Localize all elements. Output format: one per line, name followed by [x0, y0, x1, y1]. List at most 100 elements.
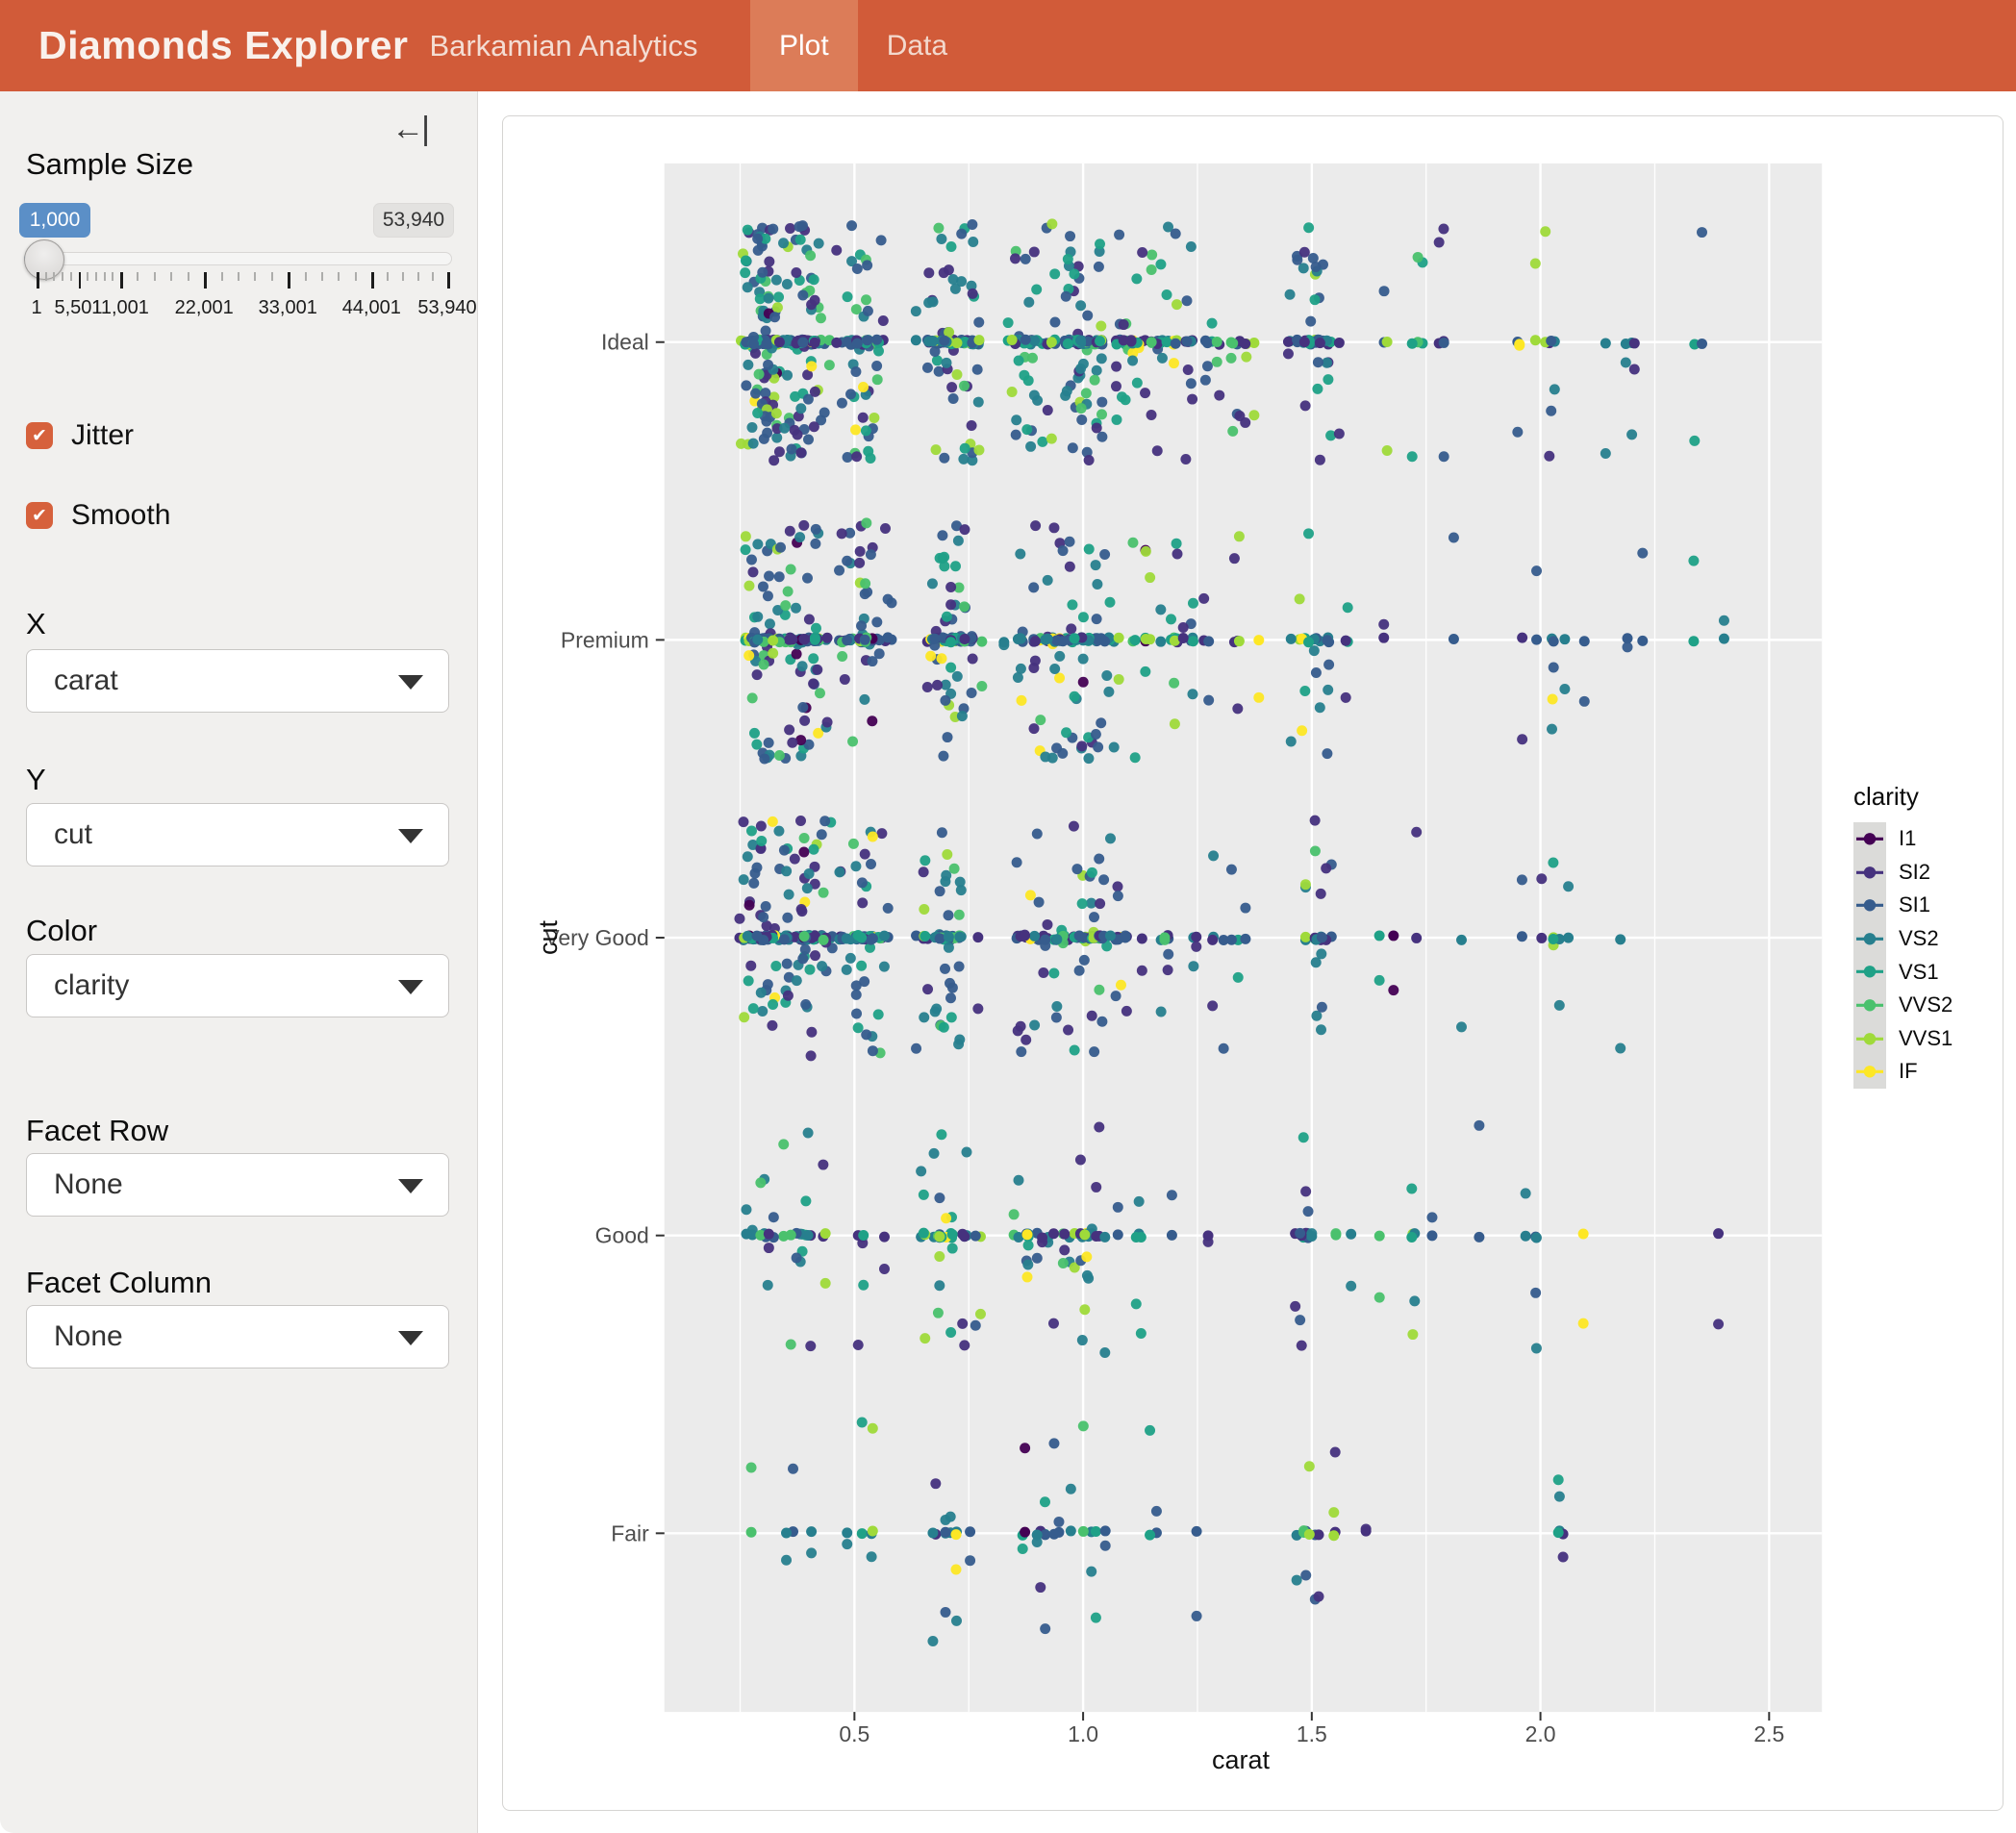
legend-entry: I1	[1853, 822, 1953, 856]
slider-ticks	[0, 272, 478, 289]
slider-minor-tick	[305, 272, 307, 281]
main-content: 0.51.01.52.02.5FairGoodVery GoodPremiumI…	[479, 91, 2016, 1833]
legend-entry: VVS2	[1853, 989, 1953, 1022]
legend-entry-label: VVS1	[1899, 1026, 1953, 1051]
svg-text:1.5: 1.5	[1297, 1721, 1327, 1746]
color-select[interactable]: clarity	[26, 954, 449, 1017]
x-select[interactable]: carat	[26, 649, 449, 713]
legend-key-icon	[1853, 889, 1886, 922]
color-select-label: Color	[26, 914, 97, 948]
legend-entry-label: I1	[1899, 826, 1916, 851]
legend-entry-label: VS2	[1899, 926, 1939, 951]
slider-tick-labels: 15,50111,00122,00133,00144,00153,940	[0, 297, 478, 322]
facet-column-select-label: Facet Column	[26, 1266, 212, 1300]
x-axis-title: carat	[1212, 1745, 1270, 1774]
facet-row-select-value: None	[54, 1168, 123, 1201]
checkbox-checked-icon: ✔	[26, 502, 53, 529]
slider-minor-tick	[221, 272, 223, 281]
slider-tick-label: 33,001	[259, 297, 317, 319]
legend-entry-label: IF	[1899, 1059, 1918, 1084]
svg-text:Ideal: Ideal	[601, 330, 649, 355]
legend-key-icon	[1853, 955, 1886, 989]
app-subtitle: Barkamian Analytics	[429, 29, 697, 63]
checkbox-checked-icon: ✔	[26, 422, 53, 449]
sample-size-slider-track[interactable]	[24, 252, 452, 265]
facet-row-select-label: Facet Row	[26, 1114, 168, 1148]
legend-key-icon	[1853, 1055, 1886, 1089]
sidebar: ←| Sample Size 1,000 53,940 15,50111,001…	[0, 91, 478, 1833]
scatter-plot: 0.51.01.52.02.5FairGoodVery GoodPremiumI…	[503, 116, 2003, 1810]
tab-data[interactable]: Data	[858, 0, 976, 91]
legend-entry: SI1	[1853, 889, 1953, 922]
legend-entry-label: SI2	[1899, 860, 1930, 885]
legend-key-icon	[1853, 856, 1886, 890]
smooth-checkbox[interactable]: ✔ Smooth	[26, 499, 170, 532]
legend-entry: IF	[1853, 1055, 1953, 1089]
y-axis-title: cut	[534, 920, 563, 955]
slider-minor-tick	[238, 272, 239, 281]
slider-tick-label: 1	[31, 297, 41, 319]
chevron-down-icon	[398, 1331, 423, 1345]
smooth-checkbox-label: Smooth	[71, 499, 170, 532]
x-select-value: carat	[54, 665, 118, 697]
slider-minor-tick	[170, 272, 172, 281]
legend-entry: SI2	[1853, 856, 1953, 890]
svg-text:0.5: 0.5	[839, 1721, 869, 1746]
slider-major-tick	[371, 272, 374, 289]
app-header: Diamonds Explorer Barkamian Analytics Pl…	[0, 0, 2016, 91]
slider-minor-tick	[95, 272, 97, 281]
check-icon: ✔	[32, 427, 47, 445]
slider-minor-tick	[53, 272, 55, 281]
slider-minor-tick	[154, 272, 156, 281]
slider-max-badge: 53,940	[373, 203, 454, 238]
legend-key-icon	[1853, 922, 1886, 956]
legend-key-icon	[1853, 989, 1886, 1022]
slider-minor-tick	[104, 272, 106, 281]
chevron-down-icon	[398, 675, 423, 690]
check-icon: ✔	[32, 507, 47, 525]
slider-minor-tick	[188, 272, 189, 281]
slider-tick-label: 44,001	[342, 297, 401, 319]
legend-entry: VS1	[1853, 955, 1953, 989]
legend-entry: VS2	[1853, 922, 1953, 956]
x-select-label: X	[26, 607, 46, 641]
slider-minor-tick	[321, 272, 323, 281]
legend-entry-label: SI1	[1899, 892, 1930, 917]
slider-minor-tick	[45, 272, 47, 281]
slider-minor-tick	[62, 272, 63, 281]
y-select-label: Y	[26, 763, 46, 797]
svg-text:1.0: 1.0	[1068, 1721, 1098, 1746]
legend-entry: VVS1	[1853, 1022, 1953, 1056]
legend-key-icon	[1853, 1022, 1886, 1056]
slider-minor-tick	[254, 272, 256, 281]
legend-title: clarity	[1853, 782, 1953, 812]
jitter-checkbox[interactable]: ✔ Jitter	[26, 419, 134, 452]
collapse-sidebar-icon[interactable]: ←|	[391, 111, 427, 148]
facet-column-select[interactable]: None	[26, 1305, 449, 1368]
slider-value-badge: 1,000	[19, 203, 90, 238]
slider-minor-tick	[271, 272, 273, 281]
tab-plot[interactable]: Plot	[750, 0, 858, 91]
slider-tick-label: 53,940	[417, 297, 476, 319]
slider-major-tick	[79, 272, 82, 289]
slider-minor-tick	[402, 272, 404, 281]
facet-row-select[interactable]: None	[26, 1153, 449, 1217]
plot-legend: clarity I1 SI2 SI1 VS2 VS1VVS2 VVS1 IF	[1853, 782, 1953, 1089]
slider-major-tick	[288, 272, 290, 289]
legend-key-icon	[1853, 822, 1886, 856]
slider-tick-label: 11,001	[91, 297, 149, 319]
slider-minor-tick	[112, 272, 113, 281]
plot-card: 0.51.01.52.02.5FairGoodVery GoodPremiumI…	[502, 115, 2003, 1811]
svg-text:2.5: 2.5	[1753, 1721, 1784, 1746]
slider-minor-tick	[137, 272, 139, 281]
app-title: Diamonds Explorer	[38, 23, 408, 68]
slider-minor-tick	[355, 272, 357, 281]
chevron-down-icon	[398, 980, 423, 994]
slider-minor-tick	[87, 272, 88, 281]
slider-minor-tick	[70, 272, 72, 281]
slider-major-tick	[120, 272, 123, 289]
slider-major-tick	[37, 272, 39, 289]
y-select[interactable]: cut	[26, 803, 449, 866]
slider-minor-tick	[338, 272, 340, 281]
slider-minor-tick	[417, 272, 419, 281]
